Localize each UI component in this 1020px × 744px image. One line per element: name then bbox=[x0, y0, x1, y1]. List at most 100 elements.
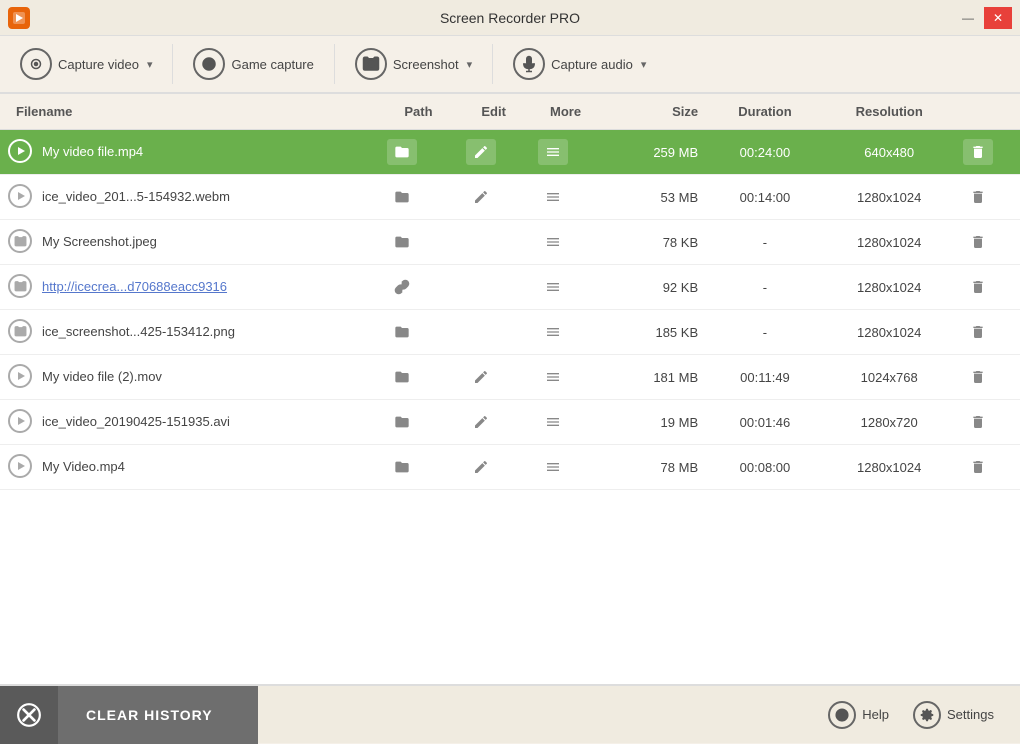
table-row[interactable]: ice_screenshot...425-153412.png 185 KB-1… bbox=[0, 310, 1020, 355]
play-icon[interactable] bbox=[8, 184, 32, 208]
delete-button[interactable] bbox=[963, 139, 993, 165]
edit-button[interactable] bbox=[466, 139, 496, 165]
clear-x-icon bbox=[16, 702, 42, 728]
toolbar-sep-3 bbox=[492, 44, 493, 84]
settings-label: Settings bbox=[947, 707, 994, 722]
table-row[interactable]: ice_video_20190425-151935.avi 19 MB00:01… bbox=[0, 400, 1020, 445]
open-folder-button[interactable] bbox=[387, 409, 417, 435]
table-body: My video file.mp4 259 MB00:24:00640x480 … bbox=[0, 130, 1020, 490]
size-cell: 181 MB bbox=[602, 355, 707, 400]
delete-button[interactable] bbox=[963, 229, 993, 255]
size-cell: 92 KB bbox=[602, 265, 707, 310]
path-cell bbox=[379, 265, 457, 310]
recordings-table: Filename Path Edit More Size Duration bbox=[0, 94, 1020, 490]
delete-button[interactable] bbox=[963, 319, 993, 345]
screenshot-icon bbox=[355, 48, 387, 80]
more-button[interactable] bbox=[538, 184, 568, 210]
path-cell bbox=[379, 130, 457, 175]
edit-cell bbox=[458, 130, 530, 175]
delete-button[interactable] bbox=[963, 454, 993, 480]
edit-button[interactable] bbox=[466, 364, 496, 390]
edit-cell bbox=[458, 445, 530, 490]
footer: CLEAR HISTORY ? Help Settings bbox=[0, 685, 1020, 743]
table-header-row: Filename Path Edit More Size Duration bbox=[0, 94, 1020, 130]
window-controls: — ✕ bbox=[954, 7, 1012, 29]
minimize-button[interactable]: — bbox=[954, 7, 982, 29]
table-row[interactable]: http://icecrea...d70688eacc9316 92 KB-12… bbox=[0, 265, 1020, 310]
more-button[interactable] bbox=[538, 364, 568, 390]
edit-cell bbox=[458, 265, 530, 310]
capture-audio-button[interactable]: Capture audio ▾ bbox=[501, 42, 658, 86]
capture-audio-label: Capture audio bbox=[551, 57, 633, 72]
resolution-cell: 1280x1024 bbox=[824, 265, 955, 310]
edit-cell bbox=[458, 355, 530, 400]
delete-cell bbox=[955, 175, 1020, 220]
more-cell bbox=[530, 310, 602, 355]
close-button[interactable]: ✕ bbox=[984, 7, 1012, 29]
open-folder-button[interactable] bbox=[387, 184, 417, 210]
more-button[interactable] bbox=[538, 139, 568, 165]
delete-button[interactable] bbox=[963, 274, 993, 300]
open-folder-button[interactable] bbox=[387, 319, 417, 345]
size-cell: 78 KB bbox=[602, 220, 707, 265]
screenshot-button[interactable]: Screenshot ▾ bbox=[343, 42, 484, 86]
table-row[interactable]: ice_video_201...5-154932.webm 53 MB00:14… bbox=[0, 175, 1020, 220]
delete-button[interactable] bbox=[963, 364, 993, 390]
table-row[interactable]: My video file (2).mov 181 MB00:11:491024… bbox=[0, 355, 1020, 400]
delete-button[interactable] bbox=[963, 409, 993, 435]
more-button[interactable] bbox=[538, 274, 568, 300]
resolution-cell: 1280x1024 bbox=[824, 175, 955, 220]
capture-video-arrow: ▾ bbox=[147, 58, 153, 71]
open-folder-button[interactable] bbox=[387, 139, 417, 165]
play-icon[interactable] bbox=[8, 139, 32, 163]
play-icon[interactable] bbox=[8, 364, 32, 388]
capture-video-button[interactable]: Capture video ▾ bbox=[8, 42, 164, 86]
settings-button[interactable]: Settings bbox=[903, 695, 1004, 735]
col-header-resolution: Resolution bbox=[824, 94, 955, 130]
more-cell bbox=[530, 445, 602, 490]
resolution-cell: 1024x768 bbox=[824, 355, 955, 400]
camera-icon bbox=[8, 229, 32, 253]
size-cell: 53 MB bbox=[602, 175, 707, 220]
table-row[interactable]: My video file.mp4 259 MB00:24:00640x480 bbox=[0, 130, 1020, 175]
camera-icon bbox=[8, 274, 32, 298]
resolution-cell: 1280x1024 bbox=[824, 445, 955, 490]
play-icon[interactable] bbox=[8, 454, 32, 478]
open-folder-button[interactable] bbox=[387, 454, 417, 480]
recordings-table-container: Filename Path Edit More Size Duration bbox=[0, 94, 1020, 685]
open-link-button[interactable] bbox=[387, 274, 417, 300]
help-button[interactable]: ? Help bbox=[818, 695, 899, 735]
more-button[interactable] bbox=[538, 229, 568, 255]
edit-button[interactable] bbox=[466, 409, 496, 435]
more-button[interactable] bbox=[538, 409, 568, 435]
game-capture-icon bbox=[193, 48, 225, 80]
edit-cell bbox=[458, 400, 530, 445]
open-folder-button[interactable] bbox=[387, 364, 417, 390]
edit-button[interactable] bbox=[466, 184, 496, 210]
clear-history-button[interactable]: CLEAR HISTORY bbox=[0, 686, 258, 743]
duration-cell: 00:24:00 bbox=[706, 130, 824, 175]
resolution-cell: 640x480 bbox=[824, 130, 955, 175]
game-capture-label: Game capture bbox=[231, 57, 313, 72]
footer-right: ? Help Settings bbox=[818, 695, 1020, 735]
settings-icon bbox=[913, 701, 941, 729]
more-button[interactable] bbox=[538, 319, 568, 345]
game-capture-button[interactable]: Game capture bbox=[181, 42, 325, 86]
path-cell bbox=[379, 355, 457, 400]
delete-button[interactable] bbox=[963, 184, 993, 210]
edit-cell bbox=[458, 175, 530, 220]
path-cell bbox=[379, 445, 457, 490]
edit-button[interactable] bbox=[466, 454, 496, 480]
filename-text: My video file.mp4 bbox=[42, 144, 143, 159]
clear-history-label: CLEAR HISTORY bbox=[58, 686, 258, 744]
table-row[interactable]: My Video.mp4 78 MB00:08:001280x1024 bbox=[0, 445, 1020, 490]
col-header-delete bbox=[955, 94, 1020, 130]
more-cell bbox=[530, 355, 602, 400]
more-button[interactable] bbox=[538, 454, 568, 480]
open-folder-button[interactable] bbox=[387, 229, 417, 255]
path-cell bbox=[379, 400, 457, 445]
play-icon[interactable] bbox=[8, 409, 32, 433]
table-row[interactable]: My Screenshot.jpeg 78 KB-1280x1024 bbox=[0, 220, 1020, 265]
size-cell: 259 MB bbox=[602, 130, 707, 175]
delete-cell bbox=[955, 130, 1020, 175]
